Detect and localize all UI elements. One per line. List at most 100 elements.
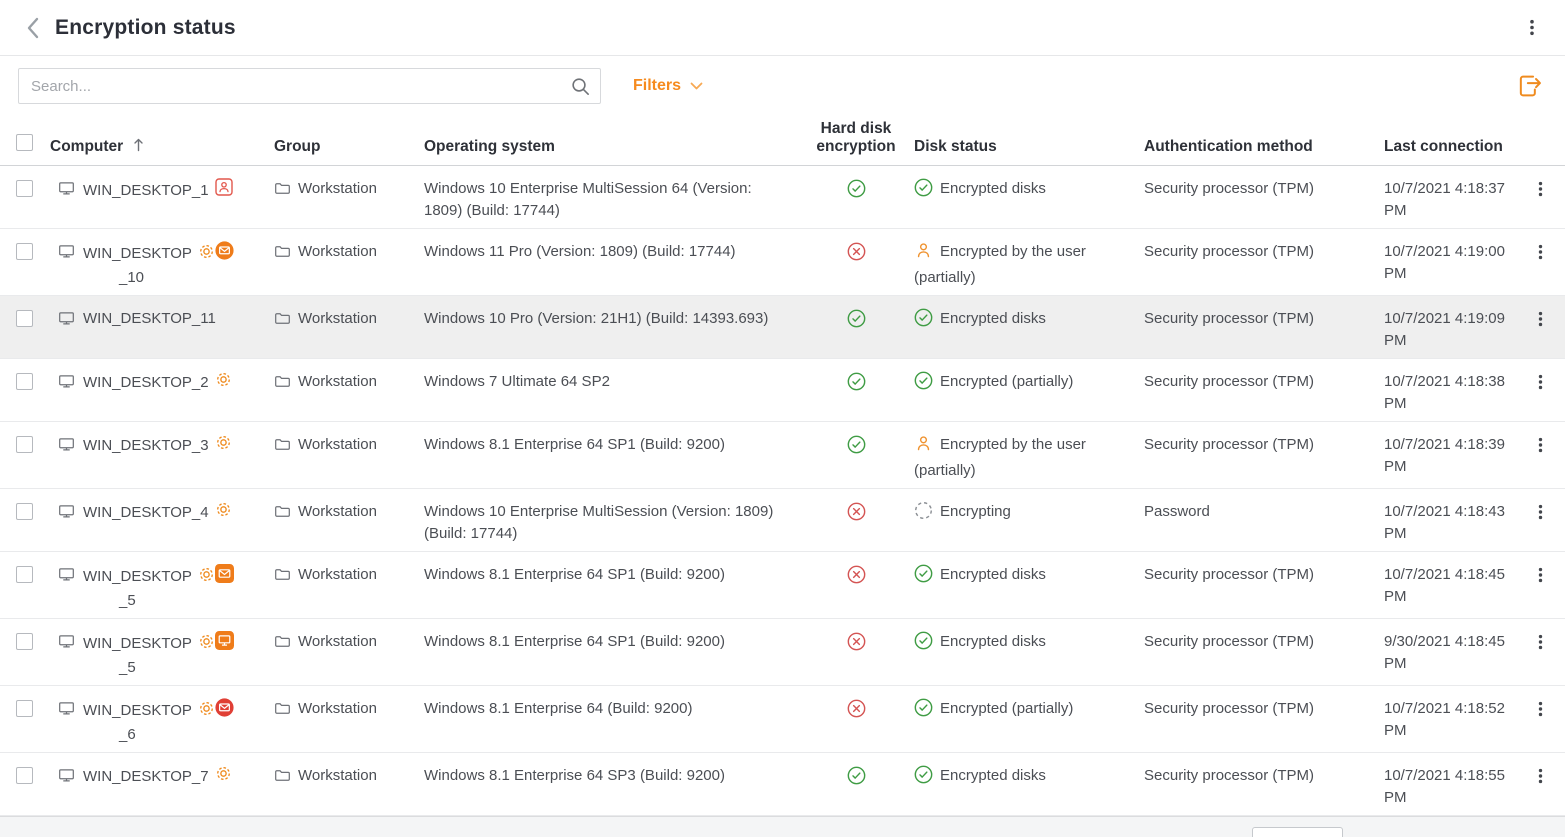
kebab-menu-icon [1532,310,1549,328]
select-all-checkbox[interactable] [16,134,33,151]
computer-cell: WIN_DESKTOP_7 [40,765,258,809]
computer-name: WIN_DESKTOP _5 [83,564,234,612]
last-connection-cell: 10/7/2021 4:19:09 PM [1378,308,1520,352]
settings-gear-badge-icon [215,371,232,388]
export-button[interactable] [1513,70,1545,102]
user-account-red-badge-icon [215,178,233,196]
row-checkbox[interactable] [16,373,33,390]
row-checkbox[interactable] [16,310,33,327]
column-header-operating-system[interactable]: Operating system [408,138,806,156]
column-header-authentication-method[interactable]: Authentication method [1138,138,1378,156]
header-menu-button[interactable] [1519,14,1545,41]
folder-icon [274,243,291,267]
table-row[interactable]: WIN_DESKTOP_11 Workstation Windows 10 Pr… [0,296,1565,359]
folder-icon [274,700,291,724]
computer-cell: WIN_DESKTOP_3 [40,434,258,482]
row-menu-button[interactable] [1530,241,1551,263]
sort-ascending-icon[interactable] [133,138,144,152]
os-label: Windows 8.1 Enterprise 64 SP3 (Build: 92… [424,767,725,784]
row-checkbox[interactable] [16,700,33,717]
row-menu-button[interactable] [1530,564,1551,586]
group-label: Workstation [298,241,377,263]
os-label: Windows 8.1 Enterprise 64 SP1 (Build: 92… [424,566,725,583]
not-encrypted-x-icon [847,638,866,655]
encrypted-status-icon [914,178,933,204]
column-header-last-connection[interactable]: Last connection [1378,138,1520,156]
auth-label: Security processor (TPM) [1144,436,1314,453]
row-menu-button[interactable] [1530,178,1551,200]
folder-icon [274,503,291,527]
last-connection: 10/7/2021 4:18:37 PM [1384,180,1505,219]
rows-per-page-select[interactable]: 25 rows [1252,827,1343,837]
table-row[interactable]: WIN_DESKTOP _6 Workstation Windows 8.1 E… [0,686,1565,753]
os-cell: Windows 10 Enterprise MultiSession 64 (V… [408,178,806,222]
badge-list [198,241,234,267]
os-label: Windows 10 Enterprise MultiSession 64 (V… [424,180,752,219]
search-input[interactable] [18,68,601,104]
table-row[interactable]: WIN_DESKTOP _5 Workstation Windows 8.1 E… [0,552,1565,619]
table-row[interactable]: WIN_DESKTOP_7 Workstation Windows 8.1 En… [0,753,1565,816]
monitor-icon [58,566,75,590]
row-menu-button[interactable] [1530,501,1551,523]
os-cell: Windows 10 Pro (Version: 21H1) (Build: 1… [408,308,806,352]
monitor-icon [58,633,75,657]
table-row[interactable]: WIN_DESKTOP _10 Workstation Windows 11 P… [0,229,1565,296]
settings-gear-badge-icon [198,700,215,717]
search-icon[interactable] [570,76,591,101]
row-checkbox[interactable] [16,243,33,260]
table-header-row: Computer Group Operating system Hard dis… [0,116,1565,166]
os-label: Windows 11 Pro (Version: 1809) (Build: 1… [424,243,736,260]
kebab-menu-icon [1532,243,1549,261]
row-checkbox[interactable] [16,436,33,453]
column-header-group[interactable]: Group [258,138,408,156]
row-menu-button[interactable] [1530,371,1551,393]
disk-status-label: Encrypting [940,503,1011,520]
back-button[interactable] [26,17,39,39]
last-connection-cell: 9/30/2021 4:18:45 PM [1378,631,1520,679]
row-menu-button[interactable] [1530,698,1551,720]
not-encrypted-x-icon [847,705,866,722]
row-menu-button[interactable] [1530,765,1551,787]
row-checkbox[interactable] [16,566,33,583]
row-checkbox[interactable] [16,503,33,520]
table-row[interactable]: WIN_DESKTOP _5 Workstation Windows 8.1 E… [0,619,1565,686]
computer-cell: WIN_DESKTOP_11 [40,308,258,352]
row-checkbox[interactable] [16,767,33,784]
group-cell: Workstation [258,241,408,289]
disk-status-cell: Encrypted disks [906,564,1138,612]
filters-button[interactable]: Filters [633,77,703,95]
folder-icon [274,180,291,204]
row-checkbox[interactable] [16,633,33,650]
group-cell: Workstation [258,308,408,352]
group-cell: Workstation [258,178,408,222]
export-icon [1515,72,1543,100]
row-menu-button[interactable] [1530,434,1551,456]
last-connection-cell: 10/7/2021 4:19:00 PM [1378,241,1520,289]
auth-label: Security processor (TPM) [1144,310,1314,327]
column-header-computer[interactable]: Computer [40,138,258,156]
row-menu-button[interactable] [1530,631,1551,653]
hde-cell [806,698,906,746]
column-header-hard-disk-encryption[interactable]: Hard disk encryption [806,120,906,156]
table-row[interactable]: WIN_DESKTOP_1 Workstation Windows 10 Ent… [0,166,1565,229]
badge-list [215,434,232,458]
group-cell: Workstation [258,631,408,679]
column-header-disk-status[interactable]: Disk status [906,138,1138,156]
group-label: Workstation [298,178,377,200]
table-body: WIN_DESKTOP_1 Workstation Windows 10 Ent… [0,166,1565,816]
search-box [18,68,601,104]
row-checkbox[interactable] [16,180,33,197]
table-row[interactable]: WIN_DESKTOP_3 Workstation Windows 8.1 En… [0,422,1565,489]
settings-gear-badge-icon [198,566,215,583]
table-row[interactable]: WIN_DESKTOP_2 Workstation Windows 7 Ulti… [0,359,1565,422]
auth-cell: Password [1138,501,1378,545]
computer-cell: WIN_DESKTOP _6 [40,698,258,746]
last-connection-cell: 10/7/2021 4:18:52 PM [1378,698,1520,746]
page-title: Encryption status [55,16,236,40]
row-menu-button[interactable] [1530,308,1551,330]
group-label: Workstation [298,564,377,586]
table-row[interactable]: WIN_DESKTOP_4 Workstation Windows 10 Ent… [0,489,1565,552]
last-connection: 10/7/2021 4:19:00 PM [1384,243,1505,282]
os-cell: Windows 8.1 Enterprise 64 (Build: 9200) [408,698,806,746]
settings-gear-badge-icon [215,765,232,782]
